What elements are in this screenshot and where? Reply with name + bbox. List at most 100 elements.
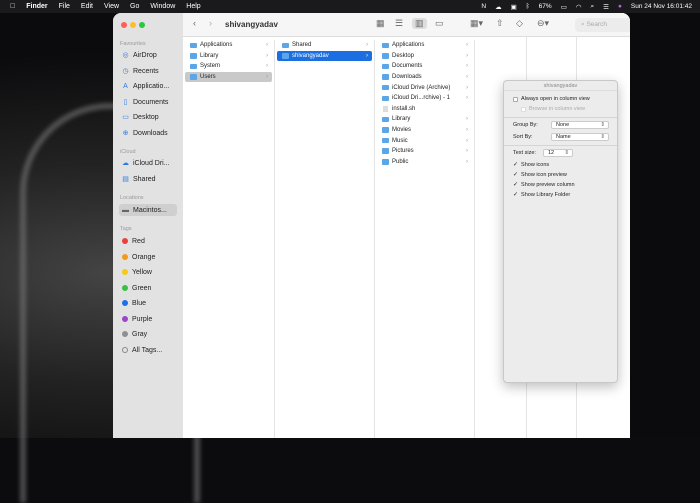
list-item[interactable]: Users › <box>185 71 272 83</box>
browse-column-checkbox[interactable]: Browse in column view <box>521 106 585 112</box>
view-options-panel: shivangyadav Always open in column view … <box>503 80 618 383</box>
gallery-view-button[interactable]: ▭ <box>435 18 444 29</box>
icon-view-button[interactable]: ▦ <box>376 18 385 29</box>
sidebar-tag-orange[interactable]: Orange <box>119 251 177 263</box>
battery-percent[interactable]: 67% <box>539 3 552 10</box>
cloud-icon[interactable]: ☁ <box>495 3 502 11</box>
sidebar-item-recents[interactable]: ◷ Recents <box>119 65 177 77</box>
tags-heading: Tags <box>120 226 132 232</box>
close-button[interactable] <box>121 22 127 28</box>
sidebar-tag-blue[interactable]: Blue <box>119 297 177 309</box>
list-item[interactable]: Applications › <box>185 40 272 51</box>
list-item[interactable]: Movies › <box>377 125 472 136</box>
folder-icon <box>382 148 389 154</box>
group-button[interactable]: ▦▾ <box>470 18 483 29</box>
show-library-folder-checkbox[interactable]: ✓ Show Library Folder <box>513 191 570 199</box>
zoom-button[interactable] <box>139 22 145 28</box>
airdrop-icon: ◎ <box>122 51 129 59</box>
list-item[interactable]: Documents › <box>377 61 472 72</box>
wifi-icon[interactable]: ◠ <box>576 3 582 11</box>
menu-window[interactable]: Window <box>150 3 175 10</box>
clock[interactable]: Sun 24 Nov 16:01:42 <box>631 3 692 10</box>
show-icons-checkbox[interactable]: ✓ Show icons <box>513 161 549 169</box>
sidebar-item-downloads[interactable]: ⊕ Downloads <box>119 127 177 139</box>
folder-icon <box>190 42 197 49</box>
apple-icon[interactable]:  <box>10 3 15 10</box>
list-item[interactable]: iCloud Dri...rchive) - 1 › <box>377 93 472 104</box>
siri-icon[interactable]: ● <box>618 3 622 10</box>
share-icon[interactable]: ⇧ <box>496 18 504 29</box>
list-item[interactable]: Shared › <box>277 40 372 51</box>
menu-go[interactable]: Go <box>130 3 139 10</box>
folder-icon <box>382 95 389 102</box>
spotlight-icon[interactable]: ⌕ <box>591 3 595 11</box>
column-root: Applications › Library › System › Users › <box>183 40 275 438</box>
sidebar: Favourites ◎ AirDrop ◷ Recents A Applicatio… <box>113 13 183 438</box>
column-users: Shared › shivangyadav › <box>275 40 375 438</box>
tag-color-dot <box>122 316 128 322</box>
list-item[interactable]: Music › <box>377 135 472 146</box>
search-input[interactable]: ⌕ Search <box>575 18 630 32</box>
sidebar-item-shared[interactable]: ▤ Shared <box>119 173 177 185</box>
list-item[interactable]: System › <box>185 61 272 72</box>
list-item[interactable]: Library › <box>185 51 272 62</box>
folder-icon <box>382 127 389 133</box>
menu-edit[interactable]: Edit <box>81 3 93 10</box>
folder-icon <box>190 74 197 80</box>
sidebar-tag-yellow[interactable]: Yellow <box>119 266 177 278</box>
list-item[interactable]: shivangyadav › <box>277 50 372 62</box>
sort-by-label: Sort By: <box>513 134 533 140</box>
file-icon <box>383 105 388 113</box>
sidebar-item-desktop[interactable]: ▭ Desktop <box>119 111 177 123</box>
control-center-icon[interactable]: ☰ <box>603 3 609 11</box>
tag-color-dot <box>122 285 128 291</box>
back-button[interactable]: ‹ <box>193 18 196 28</box>
menu-view[interactable]: View <box>104 3 119 10</box>
forward-button[interactable]: › <box>209 18 212 28</box>
tag-color-dot <box>122 254 128 260</box>
tag-color-dot <box>122 269 128 275</box>
sidebar-tag-purple[interactable]: Purple <box>119 313 177 325</box>
battery-icon[interactable]: ▭ <box>561 3 567 11</box>
list-item[interactable]: Public › <box>377 157 472 168</box>
group-by-select[interactable]: None ⇕ <box>551 121 609 129</box>
sidebar-item-macintosh-hd[interactable]: ▬ Macintos... <box>119 204 177 216</box>
menu-file[interactable]: File <box>59 3 70 10</box>
menu-help[interactable]: Help <box>186 3 200 10</box>
sidebar-item-documents[interactable]: ▯ Documents <box>119 96 177 108</box>
list-item[interactable]: Library › <box>377 114 472 125</box>
shared-folder-icon: ▤ <box>122 175 129 183</box>
panel-title: shivangyadav <box>504 81 617 91</box>
list-item[interactable]: Downloads › <box>377 72 472 83</box>
menu-finder[interactable]: Finder <box>26 3 47 10</box>
tag-icon[interactable]: ◇ <box>516 18 523 29</box>
list-item[interactable]: Desktop › <box>377 51 472 62</box>
list-item[interactable]: install.sh <box>377 104 472 115</box>
sort-by-select[interactable]: Name ⇕ <box>551 133 609 141</box>
more-actions-button[interactable]: ⊖▾ <box>537 18 549 29</box>
folder-icon <box>382 42 389 49</box>
minimize-button[interactable] <box>130 22 136 28</box>
disk-icon: ▬ <box>122 206 129 214</box>
sidebar-tag-green[interactable]: Green <box>119 282 177 294</box>
always-open-checkbox[interactable]: Always open in column view <box>513 96 590 102</box>
list-item[interactable]: Applications › <box>377 40 472 51</box>
sidebar-tag-red[interactable]: Red <box>119 235 177 247</box>
notion-icon[interactable]: N <box>481 3 486 10</box>
show-icon-preview-checkbox[interactable]: ✓ Show icon preview <box>513 171 567 179</box>
folder-icon <box>382 84 389 91</box>
list-item[interactable]: iCloud Drive (Archive) › <box>377 82 472 93</box>
column-view-button[interactable]: ▥ <box>412 18 427 29</box>
list-item[interactable]: Pictures › <box>377 146 472 157</box>
screen-mirror-icon[interactable]: ▣ <box>511 3 517 11</box>
document-icon: ▯ <box>123 98 128 106</box>
sidebar-item-airdrop[interactable]: ◎ AirDrop <box>119 49 177 61</box>
text-size-select[interactable]: 12 ⇕ <box>543 149 573 157</box>
sidebar-item-applications[interactable]: A Applicatio... <box>119 80 177 92</box>
sidebar-tag-gray[interactable]: Gray <box>119 328 177 340</box>
sidebar-item-icloud-drive[interactable]: ☁ iCloud Dri... <box>119 157 177 169</box>
show-preview-column-checkbox[interactable]: ✓ Show preview column <box>513 181 575 189</box>
sidebar-all-tags[interactable]: All Tags... <box>119 344 177 356</box>
bluetooth-icon[interactable]: ᛒ <box>526 3 530 10</box>
list-view-button[interactable]: ☰ <box>395 18 403 29</box>
